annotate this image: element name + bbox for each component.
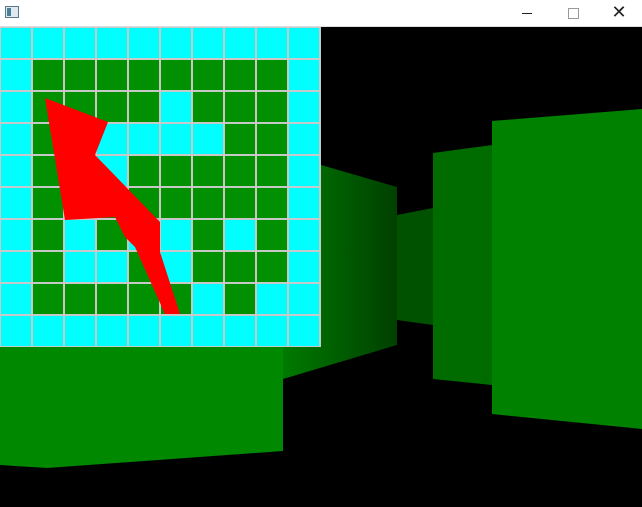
minimap-open-cell bbox=[127, 122, 161, 156]
minimap-wall-cell bbox=[191, 58, 225, 92]
minimize-button[interactable] bbox=[504, 0, 550, 26]
minimap-wall-cell bbox=[31, 282, 65, 316]
minimap-open-cell bbox=[191, 314, 225, 347]
minimap-open-cell bbox=[127, 314, 161, 347]
wall-far-center bbox=[397, 208, 433, 325]
minimap-wall-cell bbox=[255, 154, 289, 188]
minimap-wall-cell bbox=[255, 58, 289, 92]
minimap-open-cell bbox=[0, 58, 33, 92]
minimap-wall-cell bbox=[223, 58, 257, 92]
minimap-open-cell bbox=[287, 154, 321, 188]
minimap-wall-cell bbox=[255, 218, 289, 252]
minimap-open-cell bbox=[223, 27, 257, 60]
minimap-wall-cell bbox=[223, 90, 257, 124]
minimap-open-cell bbox=[287, 186, 321, 220]
minimap-open-cell bbox=[159, 314, 193, 347]
minimap-open-cell bbox=[63, 27, 97, 60]
minimap-open-cell bbox=[0, 282, 33, 316]
wall-right-side bbox=[433, 145, 492, 385]
minimap-open-cell bbox=[287, 218, 321, 252]
app-icon bbox=[5, 6, 19, 18]
minimap-wall-cell bbox=[191, 90, 225, 124]
minimap-open-cell bbox=[0, 186, 33, 220]
minimap-open-cell bbox=[0, 250, 33, 284]
minimap-wall-cell bbox=[63, 282, 97, 316]
minimap-open-cell bbox=[63, 218, 97, 252]
minimap-open-cell bbox=[287, 122, 321, 156]
game-viewport[interactable] bbox=[0, 27, 642, 507]
minimap-open-cell bbox=[95, 314, 129, 347]
minimap-open-cell bbox=[31, 314, 65, 347]
minimap-open-cell bbox=[287, 250, 321, 284]
maximize-button[interactable] bbox=[550, 0, 596, 26]
minimap-open-cell bbox=[95, 250, 129, 284]
minimap-wall-cell bbox=[191, 154, 225, 188]
minimap-wall-cell bbox=[159, 154, 193, 188]
minimap-wall-cell bbox=[95, 282, 129, 316]
minimap-wall-cell bbox=[127, 90, 161, 124]
minimap-wall-cell bbox=[159, 186, 193, 220]
minimap-open-cell bbox=[191, 282, 225, 316]
minimap-wall-cell bbox=[223, 186, 257, 220]
minimap-open-cell bbox=[223, 218, 257, 252]
minimap-wall-cell bbox=[223, 250, 257, 284]
minimap-open-cell bbox=[0, 154, 33, 188]
minimap-wall-cell bbox=[95, 90, 129, 124]
minimap-open-cell bbox=[159, 90, 193, 124]
minimap-wall-cell bbox=[191, 218, 225, 252]
minimap-open-cell bbox=[159, 27, 193, 60]
minimap-open-cell bbox=[31, 27, 65, 60]
minimap-wall-cell bbox=[255, 186, 289, 220]
minimap-wall-cell bbox=[255, 122, 289, 156]
wall-right-front bbox=[492, 109, 642, 429]
minimap-open-cell bbox=[287, 282, 321, 316]
minimap-wall-cell bbox=[31, 186, 65, 220]
minimap-wall-cell bbox=[255, 90, 289, 124]
minimap-wall-cell bbox=[95, 58, 129, 92]
minimap-wall-cell bbox=[255, 250, 289, 284]
minimap bbox=[0, 27, 321, 347]
minimap-open-cell bbox=[223, 314, 257, 347]
close-button[interactable]: ✕ bbox=[596, 0, 642, 26]
minimap-open-cell bbox=[95, 27, 129, 60]
minimap-wall-cell bbox=[191, 250, 225, 284]
minimap-open-cell bbox=[159, 122, 193, 156]
minimap-open-cell bbox=[255, 282, 289, 316]
minimap-open-cell bbox=[287, 90, 321, 124]
wall-near-left bbox=[0, 344, 283, 468]
minimap-open-cell bbox=[255, 27, 289, 60]
minimap-open-cell bbox=[255, 314, 289, 347]
minimap-wall-cell bbox=[223, 282, 257, 316]
minimize-icon bbox=[522, 12, 532, 14]
minimap-open-cell bbox=[159, 218, 193, 252]
minimap-open-cell bbox=[0, 218, 33, 252]
title-bar: ✕ bbox=[0, 0, 642, 27]
minimap-open-cell bbox=[127, 27, 161, 60]
maximize-icon bbox=[567, 7, 579, 19]
minimap-wall-cell bbox=[223, 122, 257, 156]
minimap-wall-cell bbox=[223, 154, 257, 188]
minimap-open-cell bbox=[63, 250, 97, 284]
close-icon: ✕ bbox=[611, 2, 627, 23]
minimap-open-cell bbox=[191, 27, 225, 60]
minimap-open-cell bbox=[0, 122, 33, 156]
minimap-wall-cell bbox=[127, 154, 161, 188]
minimap-open-cell bbox=[191, 122, 225, 156]
minimap-wall-cell bbox=[63, 58, 97, 92]
minimap-open-cell bbox=[63, 314, 97, 347]
minimap-wall-cell bbox=[31, 250, 65, 284]
minimap-open-cell bbox=[0, 314, 33, 347]
minimap-open-cell bbox=[0, 27, 33, 60]
minimap-wall-cell bbox=[191, 186, 225, 220]
minimap-wall-cell bbox=[127, 58, 161, 92]
minimap-open-cell bbox=[287, 58, 321, 92]
minimap-open-cell bbox=[287, 27, 321, 60]
minimap-wall-cell bbox=[31, 218, 65, 252]
minimap-open-cell bbox=[287, 314, 321, 347]
minimap-wall-cell bbox=[159, 58, 193, 92]
minimap-open-cell bbox=[0, 90, 33, 124]
minimap-wall-cell bbox=[31, 58, 65, 92]
